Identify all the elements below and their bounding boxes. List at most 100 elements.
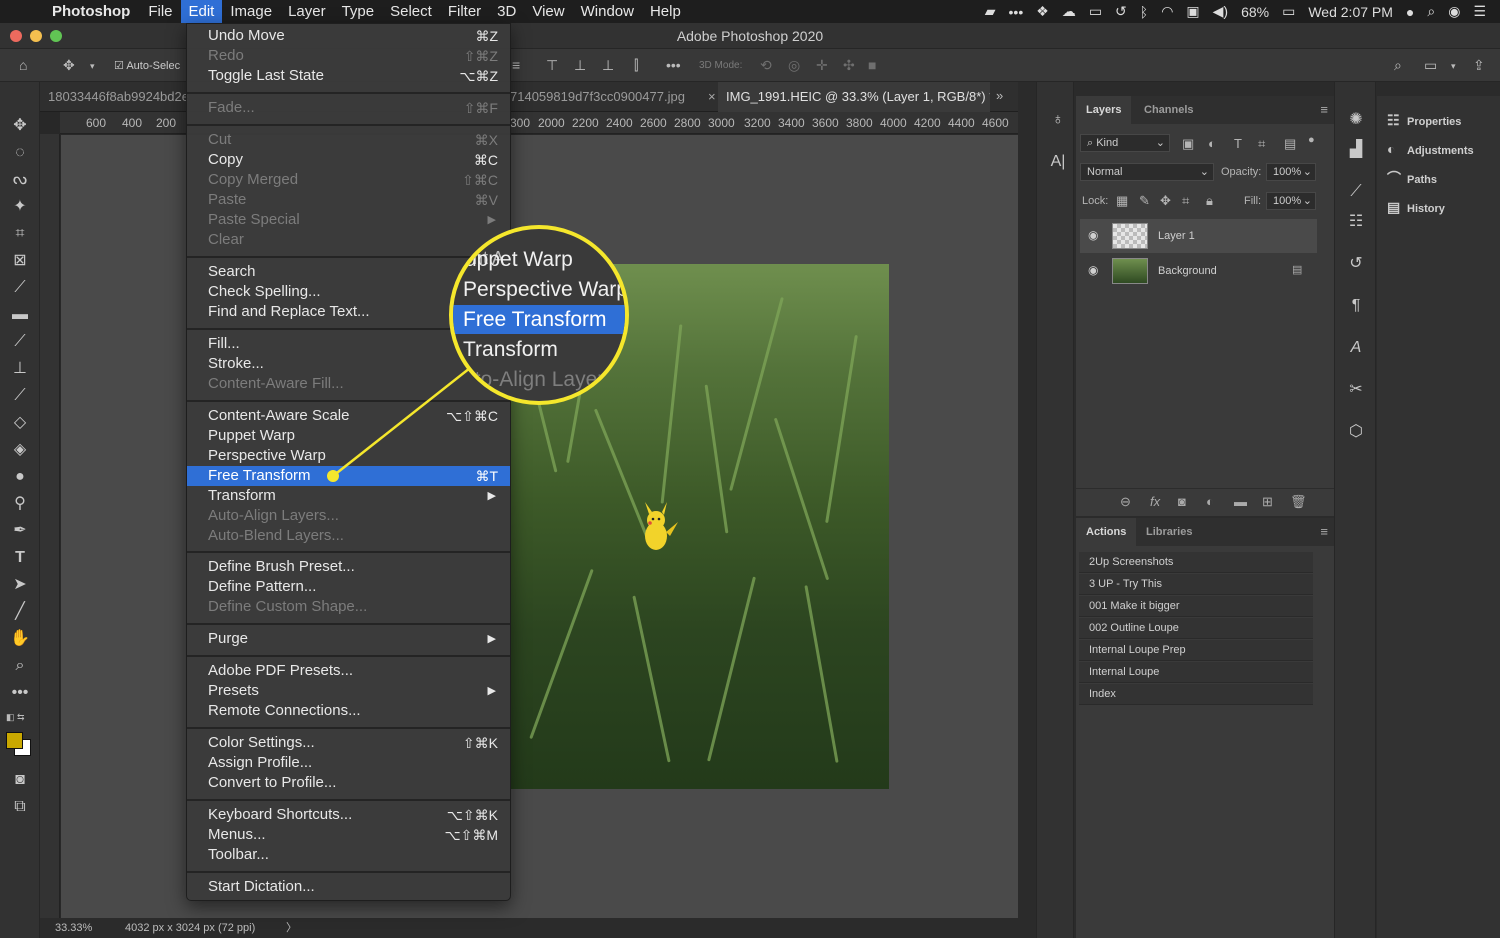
eraser-tool-icon[interactable]: ◇ bbox=[7, 411, 33, 435]
workspace-icon[interactable]: ▭ bbox=[1424, 57, 1437, 74]
menu-item-copy[interactable]: Copy ⌘C bbox=[187, 150, 510, 170]
menu-item-presets[interactable]: Presets ▶ bbox=[187, 681, 510, 701]
path-selection-icon[interactable]: ➤ bbox=[7, 573, 33, 597]
marquee-tool-icon[interactable]: ◌ bbox=[7, 141, 33, 165]
3d-roll-icon[interactable]: ◎ bbox=[788, 57, 800, 74]
default-colors-icon[interactable]: ◧ ⇆ bbox=[6, 712, 25, 723]
opacity-field[interactable]: 100% ⌄ bbox=[1266, 163, 1316, 181]
history-brush-icon[interactable]: ⟋ bbox=[7, 384, 33, 408]
menu-layer[interactable]: Layer bbox=[280, 0, 334, 23]
layer-filter-kind[interactable]: ⌕ Kind ⌄ bbox=[1080, 134, 1170, 152]
airplay-icon[interactable]: ▭ bbox=[1089, 3, 1102, 20]
tab-channels[interactable]: Channels bbox=[1134, 96, 1204, 124]
character-icon[interactable]: A bbox=[1344, 336, 1368, 360]
lock-position-icon[interactable]: ✥ bbox=[1160, 193, 1171, 209]
dropbox-icon[interactable]: ❖ bbox=[1036, 3, 1049, 20]
action-item[interactable]: 002 Outline Loupe bbox=[1079, 618, 1313, 639]
home-icon[interactable]: ⌂ bbox=[19, 57, 27, 73]
menu-item-menus[interactable]: Menus... ⌥⇧⌘M bbox=[187, 825, 510, 845]
layer-name[interactable]: Background bbox=[1158, 265, 1217, 277]
menu-type[interactable]: Type bbox=[334, 0, 383, 23]
3d-icon[interactable]: ⬡ bbox=[1344, 420, 1368, 444]
3d-orbit-icon[interactable]: ⟲ bbox=[760, 57, 772, 74]
action-item[interactable]: Index bbox=[1079, 684, 1313, 705]
close-tab-icon[interactable]: × bbox=[708, 89, 716, 104]
menu-item-puppet-warp[interactable]: Puppet Warp bbox=[187, 426, 510, 446]
lasso-tool-icon[interactable]: ᔓ bbox=[7, 168, 33, 192]
screen-mode-icon[interactable]: ⧉ bbox=[7, 795, 33, 819]
filter-image-icon[interactable]: ▣ bbox=[1182, 136, 1194, 152]
stamp-tool-icon[interactable]: ⊥ bbox=[7, 357, 33, 381]
lock-icon[interactable]: ▤ bbox=[1292, 263, 1302, 276]
brush-tool-icon[interactable]: ⟋ bbox=[7, 330, 33, 354]
close-window-button[interactable] bbox=[10, 30, 22, 42]
quick-mask-icon[interactable]: ◙ bbox=[7, 768, 33, 792]
color-icon[interactable]: ✺ bbox=[1344, 108, 1368, 132]
glyphs-icon[interactable]: A| bbox=[1046, 150, 1070, 174]
layer-row-layer-1[interactable]: ◉ Layer 1 bbox=[1080, 219, 1317, 253]
menu-item-transform[interactable]: Transform ▶ bbox=[187, 486, 510, 506]
panel-paths[interactable]: ⌒ Paths bbox=[1387, 167, 1437, 189]
menu-item-start-dictation[interactable]: Start Dictation... bbox=[187, 877, 510, 897]
siri-icon[interactable]: ◉ bbox=[1448, 3, 1460, 20]
panel-properties[interactable]: ☷ Properties bbox=[1387, 109, 1461, 131]
lock-transparent-icon[interactable]: ▦ bbox=[1116, 193, 1128, 209]
menu-item-pdf-presets[interactable]: Adobe PDF Presets... bbox=[187, 661, 510, 681]
healing-brush-icon[interactable]: ▬ bbox=[7, 303, 33, 327]
history-panel-icon[interactable]: ↺ bbox=[1344, 252, 1368, 276]
eyedropper-tool-icon[interactable]: ⟋ bbox=[7, 276, 33, 300]
move-tool-icon[interactable]: ✥ bbox=[63, 57, 75, 74]
histogram-icon[interactable]: ▟ bbox=[1344, 138, 1368, 162]
filter-toggle-icon[interactable]: ● bbox=[1308, 134, 1315, 146]
clock[interactable]: Wed 2:07 PM bbox=[1308, 4, 1393, 20]
pen-tool-icon[interactable]: ✒ bbox=[7, 519, 33, 543]
tool-preset-chevron-icon[interactable]: ▾ bbox=[90, 61, 95, 72]
filter-type-icon[interactable]: T bbox=[1234, 136, 1242, 151]
action-item[interactable]: 2Up Screenshots bbox=[1079, 552, 1313, 573]
fill-field[interactable]: 100% ⌄ bbox=[1266, 192, 1316, 210]
menu-help[interactable]: Help bbox=[642, 0, 689, 23]
link-layers-icon[interactable]: ⊖ bbox=[1120, 494, 1131, 510]
layer-row-background[interactable]: ◉ Background ▤ bbox=[1080, 254, 1317, 288]
delete-layer-icon[interactable]: 🗑︎ bbox=[1290, 494, 1307, 510]
action-item[interactable]: 001 Make it bigger bbox=[1079, 596, 1313, 617]
lock-pixels-icon[interactable]: ✎ bbox=[1139, 193, 1150, 209]
fx-icon[interactable]: fx bbox=[1150, 494, 1160, 509]
user-icon[interactable]: ● bbox=[1406, 4, 1414, 20]
menu-item-assign-profile[interactable]: Assign Profile... bbox=[187, 753, 510, 773]
status-chevron-icon[interactable]: 〉 bbox=[286, 918, 297, 938]
menu-item-perspective-warp[interactable]: Perspective Warp bbox=[187, 446, 510, 466]
foreground-color-swatch[interactable] bbox=[6, 732, 23, 749]
panel-menu-icon[interactable]: ≡ bbox=[1320, 524, 1328, 539]
menu-item-toggle-last-state[interactable]: Toggle Last State ⌥⌘Z bbox=[187, 66, 510, 86]
menu-item-define-brush[interactable]: Define Brush Preset... bbox=[187, 557, 510, 577]
align-bottom-icon[interactable]: ⊥ bbox=[602, 57, 614, 74]
tab-document-1[interactable]: 18033446f8ab9924bd2e bbox=[40, 82, 190, 112]
menu-item-keyboard-shortcuts[interactable]: Keyboard Shortcuts... ⌥⇧⌘K bbox=[187, 805, 510, 825]
3d-camera-icon[interactable]: ■ bbox=[868, 57, 876, 73]
menu-item-toolbar[interactable]: Toolbar... bbox=[187, 845, 510, 865]
wifi-icon[interactable]: ◠ bbox=[1161, 3, 1173, 20]
align-icon[interactable]: ≡ bbox=[512, 57, 520, 73]
panel-adjustments[interactable]: ◐ Adjustments bbox=[1387, 138, 1474, 160]
menu-window[interactable]: Window bbox=[573, 0, 642, 23]
brush-settings-icon[interactable]: ⟋ bbox=[1344, 180, 1368, 204]
align-top-icon[interactable]: ⊤ bbox=[546, 57, 558, 74]
filter-smart-icon[interactable]: ▤ bbox=[1284, 136, 1296, 152]
more-icon[interactable]: ••• bbox=[1009, 4, 1024, 20]
frame-tool-icon[interactable]: ⊠ bbox=[7, 249, 33, 273]
search-icon[interactable]: ⌕ bbox=[1394, 57, 1402, 74]
tabs-overflow-icon[interactable]: » bbox=[996, 88, 1003, 103]
new-layer-icon[interactable]: ⊞ bbox=[1262, 494, 1273, 510]
menu-3d[interactable]: 3D bbox=[489, 0, 524, 23]
blend-mode-select[interactable]: Normal ⌄ bbox=[1080, 163, 1214, 181]
zoom-window-button[interactable] bbox=[50, 30, 62, 42]
creative-cloud-icon[interactable]: ☁ bbox=[1062, 3, 1076, 20]
tab-actions[interactable]: Actions bbox=[1076, 518, 1137, 546]
menu-item-undo-move[interactable]: Undo Move ⌘Z bbox=[187, 26, 510, 46]
visibility-eye-icon[interactable]: ◉ bbox=[1088, 228, 1098, 242]
share-icon[interactable]: ⇪ bbox=[1473, 57, 1485, 74]
visibility-eye-icon[interactable]: ◉ bbox=[1088, 263, 1098, 277]
tool-presets-icon[interactable]: ✂ bbox=[1344, 378, 1368, 402]
notification-center-icon[interactable]: ☰ bbox=[1473, 3, 1486, 20]
